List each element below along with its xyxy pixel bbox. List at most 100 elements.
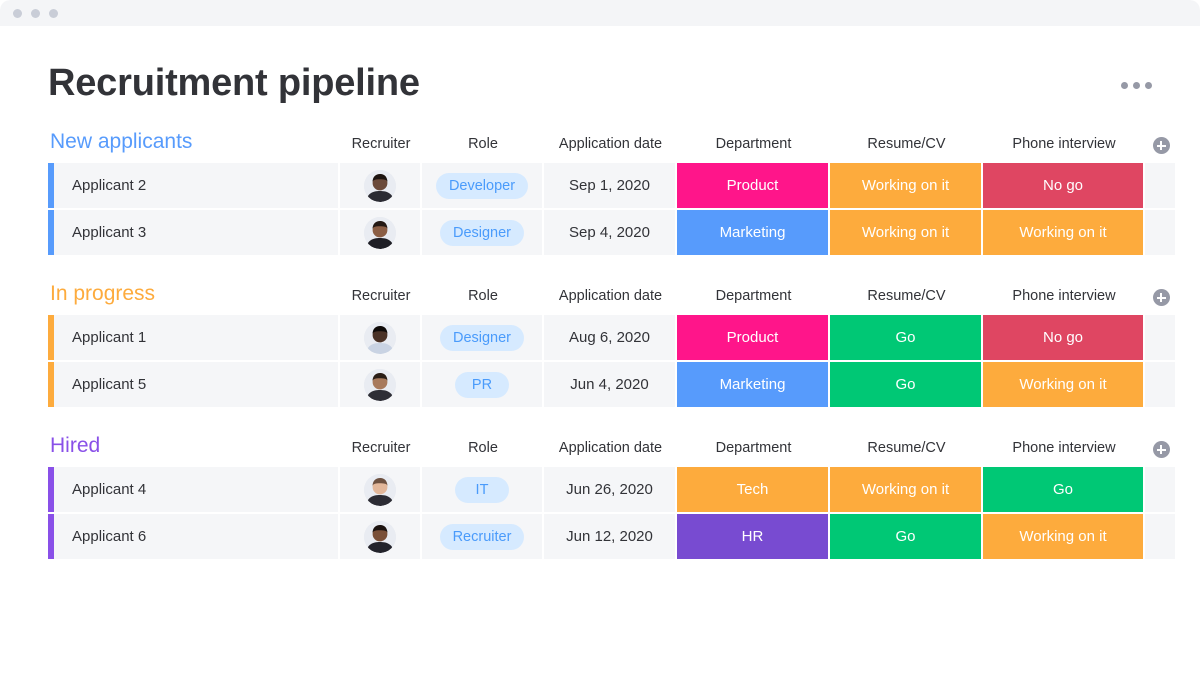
application-date-cell[interactable]: Sep 4, 2020 bbox=[544, 210, 675, 255]
row-add-column-cell[interactable] bbox=[1145, 315, 1175, 360]
application-date-cell[interactable]: Jun 12, 2020 bbox=[544, 514, 675, 559]
row-add-column-cell[interactable] bbox=[1145, 362, 1175, 407]
table-row[interactable]: Applicant 6 RecruiterJun 12, 2020HRGoWork… bbox=[48, 514, 1200, 559]
column-header-recruiter[interactable]: Recruiter bbox=[340, 440, 422, 458]
row-add-column-cell[interactable] bbox=[1145, 467, 1175, 512]
column-header-date[interactable]: Application date bbox=[544, 440, 677, 458]
row-name-cell[interactable]: Applicant 5 bbox=[48, 362, 338, 407]
role-cell[interactable]: Recruiter bbox=[422, 514, 542, 559]
row-name-cell[interactable]: Applicant 1 bbox=[48, 315, 338, 360]
table-row[interactable]: Applicant 4 IT Jun 26, 2020TechWorking on … bbox=[48, 467, 1200, 512]
column-header-phone[interactable]: Phone interview bbox=[983, 288, 1145, 306]
table-row[interactable]: Applicant 3DesignerSep 4, 2020MarketingW… bbox=[48, 210, 1200, 255]
recruiter-cell[interactable] bbox=[340, 210, 420, 255]
column-header-recruiter[interactable]: Recruiter bbox=[340, 136, 422, 154]
window-close-button[interactable] bbox=[13, 9, 22, 18]
window-maximize-button[interactable] bbox=[49, 9, 58, 18]
role-cell[interactable]: IT bbox=[422, 467, 542, 512]
column-headers: RecruiterRoleApplication dateDepartmentR… bbox=[340, 130, 1177, 154]
page-title: Recruitment pipeline bbox=[48, 60, 420, 106]
department-status-cell[interactable]: Product bbox=[677, 163, 828, 208]
row-name-cell[interactable]: Applicant 2 bbox=[48, 163, 338, 208]
role-tag: Designer bbox=[440, 325, 524, 351]
column-header-role[interactable]: Role bbox=[422, 288, 544, 306]
department-status-cell[interactable]: Product bbox=[677, 315, 828, 360]
column-header-resume[interactable]: Resume/CV bbox=[830, 288, 983, 306]
row-add-column-cell[interactable] bbox=[1145, 163, 1175, 208]
group-header-row: HiredRecruiterRoleApplication dateDepart… bbox=[48, 430, 1200, 458]
resume-status-cell[interactable]: Working on it bbox=[830, 467, 981, 512]
avatar bbox=[364, 217, 396, 249]
group-in-progress: In progressRecruiterRoleApplication date… bbox=[0, 278, 1200, 407]
plus-icon bbox=[1153, 137, 1170, 154]
table-row[interactable]: Applicant 5 PRJun 4, 2020MarketingGoWorki… bbox=[48, 362, 1200, 407]
department-status-cell[interactable]: Marketing bbox=[677, 362, 828, 407]
resume-status-cell[interactable]: Go bbox=[830, 362, 981, 407]
resume-status-cell[interactable]: Working on it bbox=[830, 163, 981, 208]
column-header-dept[interactable]: Department bbox=[677, 440, 830, 458]
window-titlebar bbox=[0, 0, 1200, 26]
board-header: Recruitment pipeline bbox=[0, 26, 1200, 106]
column-header-role[interactable]: Role bbox=[422, 136, 544, 154]
row-add-column-cell[interactable] bbox=[1145, 514, 1175, 559]
column-header-role[interactable]: Role bbox=[422, 440, 544, 458]
department-status-cell[interactable]: Marketing bbox=[677, 210, 828, 255]
department-status-cell[interactable]: HR bbox=[677, 514, 828, 559]
recruiter-cell[interactable] bbox=[340, 163, 420, 208]
recruiter-cell[interactable] bbox=[340, 315, 420, 360]
kebab-menu-icon[interactable] bbox=[1121, 82, 1152, 89]
group-title-in-progress[interactable]: In progress bbox=[48, 282, 340, 306]
row-add-column-cell[interactable] bbox=[1145, 210, 1175, 255]
column-header-phone[interactable]: Phone interview bbox=[983, 440, 1145, 458]
phone-interview-status-cell[interactable]: Working on it bbox=[983, 362, 1143, 407]
table-row[interactable]: Applicant 1 Designer Aug 6, 2020ProductGoN… bbox=[48, 315, 1200, 360]
phone-interview-status-cell[interactable]: Working on it bbox=[983, 210, 1143, 255]
role-tag: IT bbox=[455, 477, 509, 503]
role-tag: Designer bbox=[440, 220, 524, 246]
role-cell[interactable]: Designer bbox=[422, 315, 542, 360]
table-row[interactable]: Applicant 2 Developer Sep 1, 2020ProductWo… bbox=[48, 163, 1200, 208]
window-minimize-button[interactable] bbox=[31, 9, 40, 18]
application-date-cell[interactable]: Jun 4, 2020 bbox=[544, 362, 675, 407]
recruiter-cell[interactable] bbox=[340, 467, 420, 512]
add-column-button[interactable] bbox=[1145, 441, 1177, 458]
phone-interview-status-cell[interactable]: Working on it bbox=[983, 514, 1143, 559]
group-rows: Applicant 2DeveloperSep 1, 2020ProductWo… bbox=[48, 163, 1200, 255]
add-column-button[interactable] bbox=[1145, 289, 1177, 306]
row-name-cell[interactable]: Applicant 4 bbox=[48, 467, 338, 512]
column-header-dept[interactable]: Department bbox=[677, 288, 830, 306]
application-date-cell[interactable]: Sep 1, 2020 bbox=[544, 163, 675, 208]
column-header-phone[interactable]: Phone interview bbox=[983, 136, 1145, 154]
phone-interview-status-cell[interactable]: No go bbox=[983, 315, 1143, 360]
application-date-cell[interactable]: Jun 26, 2020 bbox=[544, 467, 675, 512]
column-headers: RecruiterRoleApplication dateDepartmentR… bbox=[340, 282, 1177, 306]
column-header-resume[interactable]: Resume/CV bbox=[830, 136, 983, 154]
role-cell[interactable]: PR bbox=[422, 362, 542, 407]
role-tag: Developer bbox=[436, 173, 528, 199]
resume-status-cell[interactable]: Go bbox=[830, 315, 981, 360]
row-name-cell[interactable]: Applicant 6 bbox=[48, 514, 338, 559]
plus-icon bbox=[1153, 289, 1170, 306]
application-date-cell[interactable]: Aug 6, 2020 bbox=[544, 315, 675, 360]
role-cell[interactable]: Designer bbox=[422, 210, 542, 255]
column-header-dept[interactable]: Department bbox=[677, 136, 830, 154]
group-rows: Applicant 1 Designer Aug 6, 2020ProductGoN… bbox=[48, 315, 1200, 407]
row-name-cell[interactable]: Applicant 3 bbox=[48, 210, 338, 255]
group-title-new-applicants[interactable]: New applicants bbox=[48, 130, 340, 154]
recruiter-cell[interactable] bbox=[340, 514, 420, 559]
resume-status-cell[interactable]: Go bbox=[830, 514, 981, 559]
column-header-date[interactable]: Application date bbox=[544, 288, 677, 306]
column-header-recruiter[interactable]: Recruiter bbox=[340, 288, 422, 306]
recruiter-cell[interactable] bbox=[340, 362, 420, 407]
role-cell[interactable]: Developer bbox=[422, 163, 542, 208]
group-title-hired[interactable]: Hired bbox=[48, 434, 340, 458]
column-header-date[interactable]: Application date bbox=[544, 136, 677, 154]
column-header-resume[interactable]: Resume/CV bbox=[830, 440, 983, 458]
phone-interview-status-cell[interactable]: No go bbox=[983, 163, 1143, 208]
resume-status-cell[interactable]: Working on it bbox=[830, 210, 981, 255]
add-column-button[interactable] bbox=[1145, 137, 1177, 154]
phone-interview-status-cell[interactable]: Go bbox=[983, 467, 1143, 512]
groups-container: New applicantsRecruiterRoleApplication d… bbox=[0, 126, 1200, 559]
kebab-dot bbox=[1133, 82, 1140, 89]
department-status-cell[interactable]: Tech bbox=[677, 467, 828, 512]
